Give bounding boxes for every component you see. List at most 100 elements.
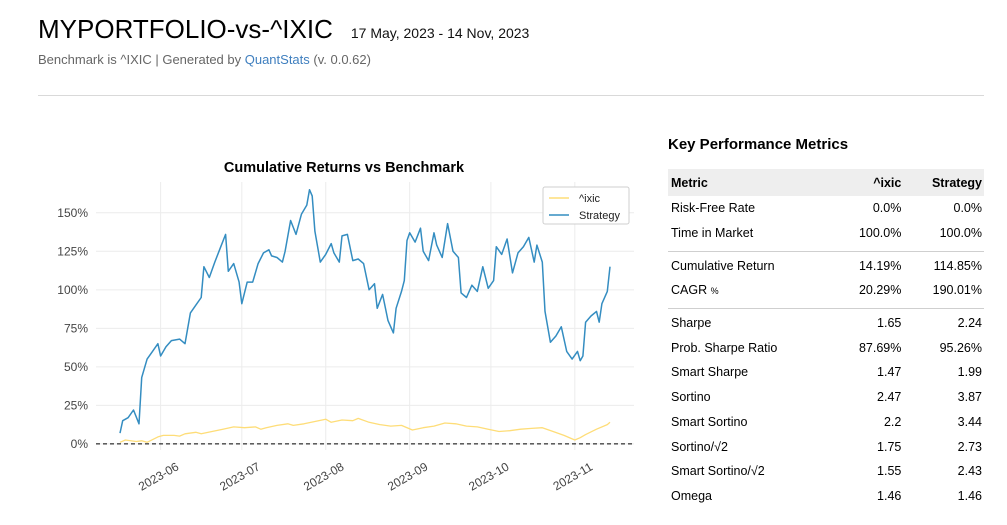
metric-label: Smart Sharpe xyxy=(671,365,749,380)
kpi-row: Sortino/√2 1.75 2.73 xyxy=(668,434,984,459)
subtitle-version: (v. 0.0.62) xyxy=(309,52,371,67)
kpi-row: Time in Market 100.0% 100.0% xyxy=(668,221,984,246)
header-benchmark: ^ixic xyxy=(834,169,904,196)
chart-svg: Cumulative Returns vs Benchmark 0% 25% 50% 7… xyxy=(57,160,634,494)
metric-label: Smart Sortino/√2 xyxy=(671,464,765,479)
report-header: MYPORTFOLIO-vs-^IXIC 17 May, 2023 - 14 N… xyxy=(38,14,529,67)
benchmark-value: 1.55 xyxy=(877,464,902,479)
x-tick-label: 2023-06 xyxy=(136,459,181,493)
metric-name: Sortino/√2 xyxy=(668,434,834,459)
metric-name: Cumulative Return xyxy=(668,253,834,278)
kpi-row: CAGR % 20.29% 190.01% xyxy=(668,278,984,303)
metric-label: Cumulative Return xyxy=(671,258,775,273)
benchmark-value: 100.0% xyxy=(858,226,902,241)
metric-label: CAGR xyxy=(671,283,708,298)
metric-label: Time in Market xyxy=(671,226,754,241)
header-strategy: Strategy xyxy=(903,169,984,196)
kpi-row: Cumulative Return 14.19% 114.85% xyxy=(668,253,984,278)
benchmark-value: 14.19% xyxy=(858,258,902,273)
header-divider xyxy=(38,95,984,96)
y-tick-label: 75% xyxy=(64,321,88,335)
subtitle-prefix: Benchmark is ^IXIC | Generated by xyxy=(38,52,245,67)
metric-name: Omega xyxy=(668,484,834,509)
metric-label: Smart Sortino xyxy=(671,414,748,429)
y-tick-label: 100% xyxy=(57,283,88,297)
kpi-row: Smart Sortino/√2 1.55 2.43 xyxy=(668,459,984,484)
header-metric: Metric xyxy=(668,169,835,196)
kpi-row: Smart Sharpe 1.47 1.99 xyxy=(668,360,984,385)
strategy-value: 95.26% xyxy=(939,340,982,355)
x-tick-label: 2023-07 xyxy=(217,459,262,493)
benchmark-value: 87.69% xyxy=(858,340,902,355)
x-tick-label: 2023-10 xyxy=(466,459,511,493)
benchmark-line xyxy=(119,417,611,443)
benchmark-value: 1.65 xyxy=(877,316,902,331)
kpi-header-row: Metric ^ixic Strategy xyxy=(668,169,984,196)
x-tick-label: 2023-11 xyxy=(551,460,596,494)
metric-name: Sharpe xyxy=(668,311,834,336)
strategy-value: 2.24 xyxy=(957,316,982,331)
metric-name: Smart Sortino xyxy=(668,410,834,435)
strategy-value: 100.0% xyxy=(939,226,982,241)
kpi-row: Omega 1.46 1.46 xyxy=(668,484,984,509)
metric-label: Sharpe xyxy=(671,316,712,331)
y-tick-label: 125% xyxy=(57,244,88,258)
kpi-body: Risk-Free Rate 0.0% 0.0% Time in Market 100.… xyxy=(668,196,984,508)
metric-label: Risk-Free Rate xyxy=(671,201,756,216)
y-tick-label: 50% xyxy=(64,360,88,374)
metric-name: Smart Sortino/√2 xyxy=(668,459,834,484)
metric-label: Prob. Sharpe Ratio xyxy=(671,340,778,355)
strategy-value: 1.46 xyxy=(957,488,982,503)
date-range: 17 May, 2023 - 14 Nov, 2023 xyxy=(350,25,530,41)
kpi-row: Prob. Sharpe Ratio 87.69% 95.26% xyxy=(668,335,984,360)
metric-name: Time in Market xyxy=(668,221,834,246)
legend-label: ^ixic xyxy=(579,193,601,205)
separator-line xyxy=(668,250,984,252)
kpi-row: Smart Sortino 2.2 3.44 xyxy=(668,410,984,435)
benchmark-value: 1.46 xyxy=(877,488,902,503)
page-title: MYPORTFOLIO-vs-^IXIC xyxy=(38,14,333,44)
benchmark-value: 2.47 xyxy=(877,390,902,405)
x-tick-label: 2023-08 xyxy=(301,459,346,493)
y-tick-label: 0% xyxy=(71,437,89,451)
strategy-value: 114.85% xyxy=(933,258,982,273)
kpi-row: Sortino 2.47 3.87 xyxy=(668,385,984,410)
benchmark-value: 2.2 xyxy=(883,414,902,429)
y-tick-label: 150% xyxy=(57,206,88,220)
metric-label: Sortino/√2 xyxy=(671,439,728,454)
kpi-separator xyxy=(668,245,984,253)
kpi-title: Key Performance Metrics xyxy=(668,136,849,153)
quantstats-link[interactable]: QuantStats xyxy=(245,52,310,67)
metric-name: Risk-Free Rate xyxy=(668,196,834,221)
legend-label: Strategy xyxy=(579,210,620,222)
subtitle: Benchmark is ^IXIC | Generated by QuantS… xyxy=(38,52,529,67)
benchmark-value: 0.0% xyxy=(872,201,902,216)
kpi-row: Risk-Free Rate 0.0% 0.0% xyxy=(668,196,984,221)
metric-name: Prob. Sharpe Ratio xyxy=(668,335,834,360)
benchmark-value: 20.29% xyxy=(858,283,902,298)
benchmark-value: 1.75 xyxy=(877,439,902,454)
y-tick-label: 25% xyxy=(64,398,88,412)
key-performance-metrics: Key Performance Metrics Metric ^ixic Str… xyxy=(668,136,984,508)
kpi-separator xyxy=(668,303,984,311)
metric-label: Sortino xyxy=(671,390,711,405)
strategy-value: 2.73 xyxy=(957,439,982,454)
metric-label: Omega xyxy=(671,488,712,503)
chart-title: Cumulative Returns vs Benchmark xyxy=(224,160,465,176)
benchmark-value: 1.47 xyxy=(877,365,902,380)
metric-name: CAGR % xyxy=(668,278,834,303)
strategy-value: 3.44 xyxy=(957,414,982,429)
metric-suffix: % xyxy=(710,286,719,297)
strategy-line xyxy=(119,188,611,434)
metric-name: Smart Sharpe xyxy=(668,360,834,385)
strategy-value: 2.43 xyxy=(957,464,982,479)
x-tick-label: 2023-09 xyxy=(385,459,430,493)
strategy-value: 0.0% xyxy=(953,201,983,216)
cumulative-returns-chart: Cumulative Returns vs Benchmark 0% 25% 50% 7… xyxy=(30,150,650,525)
metric-name: Sortino xyxy=(668,385,834,410)
strategy-value: 1.99 xyxy=(957,365,982,380)
strategy-value: 3.87 xyxy=(957,390,982,405)
title-row: MYPORTFOLIO-vs-^IXIC 17 May, 2023 - 14 N… xyxy=(38,14,529,45)
separator-line xyxy=(668,308,984,310)
kpi-table: Metric ^ixic Strategy Risk-Free Rate 0.0%… xyxy=(668,169,984,508)
